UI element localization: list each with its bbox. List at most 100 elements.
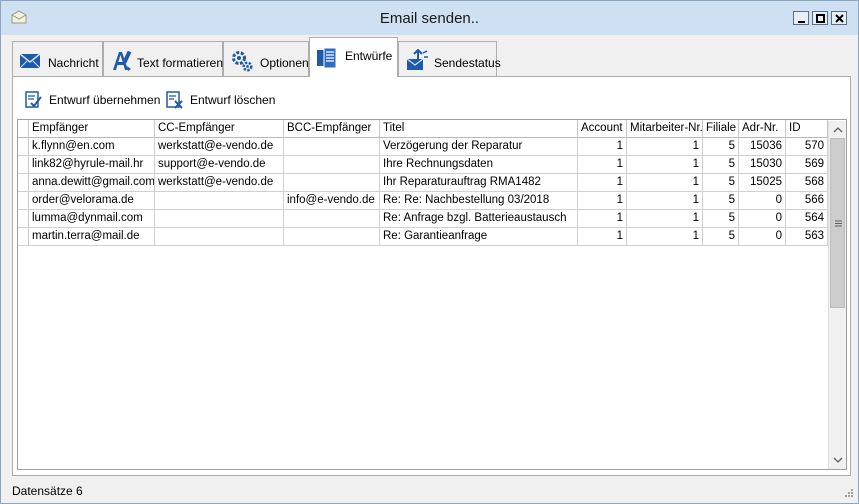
cell-bcc [284, 174, 380, 192]
format-text-icon [113, 50, 132, 71]
tab-label: Nachricht [48, 56, 99, 70]
scroll-down-arrow-icon[interactable] [832, 454, 844, 466]
column-header-adr-nr[interactable]: Adr-Nr. [739, 120, 786, 138]
column-header-account[interactable]: Account [578, 120, 627, 138]
title-bar[interactable]: Email senden.. [1, 1, 858, 35]
apply-draft-icon [25, 91, 42, 108]
cell-filiale: 5 [703, 156, 739, 174]
scroll-up-arrow-icon[interactable] [832, 124, 844, 136]
row-selector[interactable] [18, 156, 29, 174]
maximize-button[interactable] [812, 11, 828, 25]
cell-empfaenger: link82@hyrule-mail.hr [29, 156, 155, 174]
resize-grip-icon[interactable] [842, 488, 854, 500]
drafts-icon [317, 47, 337, 69]
column-header-bcc[interactable]: BCC-Empfänger [284, 120, 380, 138]
row-selector[interactable] [18, 228, 29, 246]
cell-filiale: 5 [703, 192, 739, 210]
cell-titel: Re: Re: Nachbestellung 03/2018 [380, 192, 578, 210]
cell-cc: werkstatt@e-vendo.de [155, 138, 284, 156]
column-header-mitarbeiter[interactable]: Mitarbeiter-Nr. [627, 120, 703, 138]
scrollbar-thumb[interactable] [830, 138, 845, 308]
apply-draft-label: Entwurf übernehmen [49, 93, 161, 107]
cell-cc [155, 192, 284, 210]
column-header-cc[interactable]: CC-Empfänger [155, 120, 284, 138]
cell-adr-nr: 15025 [739, 174, 786, 192]
cell-bcc [284, 138, 380, 156]
delete-draft-icon [166, 91, 183, 109]
cell-cc [155, 228, 284, 246]
cell-bcc [284, 228, 380, 246]
tab-label: Entwürfe [345, 49, 393, 63]
cell-filiale: 5 [703, 138, 739, 156]
cell-bcc [284, 156, 380, 174]
column-header-id[interactable]: ID [786, 120, 828, 138]
cell-adr-nr: 0 [739, 192, 786, 210]
cell-mitarbeiter: 1 [627, 192, 703, 210]
tab-label: Sendestatus [434, 56, 501, 70]
tab-text-formatieren[interactable]: Text formatieren [103, 41, 223, 76]
cell-cc [155, 210, 284, 228]
cell-empfaenger: order@velorama.de [29, 192, 155, 210]
email-send-window: Email senden.. Nachricht Text formatiere… [0, 0, 859, 504]
cell-mitarbeiter: 1 [627, 156, 703, 174]
apply-draft-button[interactable]: Entwurf übernehmen [24, 89, 160, 111]
cell-mitarbeiter: 1 [627, 174, 703, 192]
tab-entwuerfe[interactable]: Entwürfe [309, 37, 398, 77]
cell-adr-nr: 15030 [739, 156, 786, 174]
cell-account: 1 [578, 174, 627, 192]
cell-filiale: 5 [703, 174, 739, 192]
row-selector[interactable] [18, 210, 29, 228]
cell-adr-nr: 15036 [739, 138, 786, 156]
drafts-panel: Entwurf übernehmen Entwurf löschen Empfä… [12, 76, 851, 476]
drafts-table[interactable]: Empfänger CC-Empfänger BCC-Empfänger Tit… [17, 119, 847, 470]
cell-account: 1 [578, 156, 627, 174]
tab-strip: Nachricht Text formatieren Optionen Entw… [12, 37, 852, 77]
column-header-filiale[interactable]: Filiale [703, 120, 739, 138]
close-icon [835, 14, 844, 23]
cell-cc: werkstatt@e-vendo.de [155, 174, 284, 192]
tab-nachricht[interactable]: Nachricht [12, 41, 103, 76]
cell-id: 564 [786, 210, 828, 228]
window-title: Email senden.. [379, 10, 480, 27]
tab-sendestatus[interactable]: Sendestatus [398, 41, 501, 76]
cell-empfaenger: lumma@dynmail.com [29, 210, 155, 228]
row-selector[interactable] [18, 138, 29, 156]
tab-label: Text formatieren [137, 56, 224, 70]
cell-bcc: info@e-vendo.de [284, 192, 380, 210]
cell-titel: Verzögerung der Reparatur [380, 138, 578, 156]
cell-filiale: 5 [703, 228, 739, 246]
row-selector[interactable] [18, 192, 29, 210]
cell-filiale: 5 [703, 210, 739, 228]
cell-empfaenger: anna.dewitt@gmail.com [29, 174, 155, 192]
tab-optionen[interactable]: Optionen [223, 41, 309, 76]
cell-id: 566 [786, 192, 828, 210]
cell-account: 1 [578, 138, 627, 156]
cell-titel: Re: Anfrage bzgl. Batterieaustausch [380, 210, 578, 228]
cell-mitarbeiter: 1 [627, 228, 703, 246]
cell-mitarbeiter: 1 [627, 210, 703, 228]
cell-adr-nr: 0 [739, 210, 786, 228]
envelope-icon [19, 53, 41, 69]
cell-account: 1 [578, 192, 627, 210]
delete-draft-button[interactable]: Entwurf löschen [165, 89, 275, 111]
column-header-empfaenger[interactable]: Empfänger [29, 120, 155, 138]
column-header-titel[interactable]: Titel [380, 120, 578, 138]
row-selector-header [18, 120, 29, 138]
cell-id: 570 [786, 138, 828, 156]
status-bar: Datensätze 6 [2, 481, 857, 503]
cell-cc: support@e-vendo.de [155, 156, 284, 174]
row-selector[interactable] [18, 174, 29, 192]
cell-titel: Ihre Rechnungsdaten [380, 156, 578, 174]
cell-account: 1 [578, 228, 627, 246]
maximize-icon [816, 14, 825, 23]
cell-adr-nr: 0 [739, 228, 786, 246]
minimize-button[interactable] [793, 11, 809, 25]
cell-id: 563 [786, 228, 828, 246]
cell-id: 569 [786, 156, 828, 174]
cell-id: 568 [786, 174, 828, 192]
cell-titel: Ihr Reparaturauftrag RMA1482 [380, 174, 578, 192]
vertical-scrollbar[interactable] [828, 121, 846, 469]
cell-empfaenger: k.flynn@en.com [29, 138, 155, 156]
close-button[interactable] [831, 11, 847, 25]
gears-icon [232, 51, 253, 72]
